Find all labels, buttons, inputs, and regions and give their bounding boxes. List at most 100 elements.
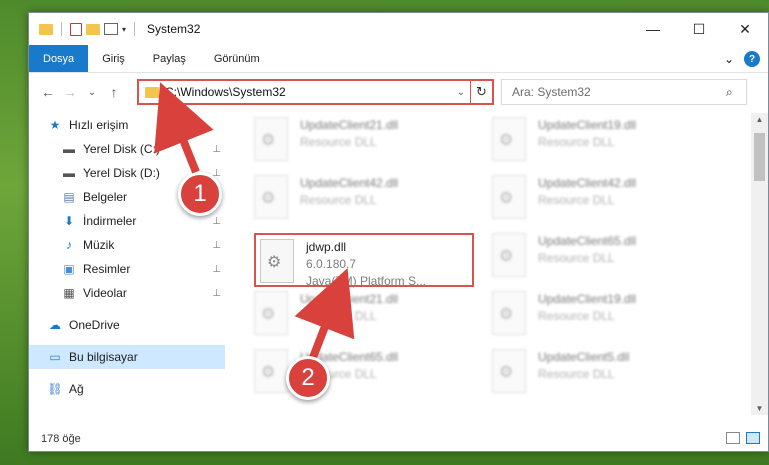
vertical-scrollbar[interactable]: ▲ ▼ (751, 113, 768, 415)
file-item[interactable]: UpdateClient42.dll Resource DLL (492, 175, 712, 229)
file-detail: 6.0.180.7 (306, 257, 357, 271)
properties-check-icon[interactable] (70, 22, 82, 36)
sidebar-item-label: Resimler (83, 262, 131, 276)
ribbon-tabs: Dosya Giriş Paylaş Görünüm ⌄ ? (29, 45, 768, 73)
quick-access-toolbar: ▾ (39, 22, 139, 36)
sidebar-item-label: İndirmeler (83, 214, 137, 228)
dll-file-icon (492, 233, 526, 277)
toolbar-divider (134, 22, 136, 36)
item-count: 178 öğe (41, 433, 81, 445)
window-title: System32 (147, 22, 201, 36)
forward-button[interactable]: → (59, 84, 81, 100)
sidebar-item[interactable]: ▭ Bu bilgisayar (29, 345, 225, 369)
scroll-up-icon[interactable]: ▲ (751, 115, 768, 124)
drive-icon: ▬ (63, 166, 75, 180)
toolbar-dropdown-icon[interactable]: ▾ (122, 25, 126, 34)
sidebar-item[interactable]: ⛓ Ağ (29, 377, 225, 401)
sidebar-item-label: Videolar (83, 286, 127, 300)
dll-file-icon (254, 291, 288, 335)
file-name: UpdateClient19.dll (538, 292, 637, 306)
file-name: UpdateClient19.dll (538, 118, 637, 132)
dll-file-icon (254, 117, 288, 161)
step-1-badge: 1 (178, 172, 222, 216)
address-dropdown-icon[interactable]: ⌄ (452, 87, 470, 98)
file-explorer-window: ▾ System32 — ☐ ✕ Dosya Giriş Paylaş Görü… (28, 12, 769, 452)
tab-gorunum[interactable]: Görünüm (200, 45, 274, 72)
dll-file-icon (254, 349, 288, 393)
tab-giris[interactable]: Giriş (88, 45, 139, 72)
address-bar[interactable]: C:\Windows\System32 ⌄ ↻ (137, 79, 494, 105)
search-icon[interactable]: ⌕ (726, 85, 746, 100)
back-button[interactable]: ← (37, 84, 59, 100)
video-icon: ▦ (63, 286, 75, 300)
help-icon[interactable]: ? (744, 51, 760, 67)
pictures-icon: ▣ (63, 262, 75, 276)
file-detail: Resource DLL (300, 309, 377, 323)
file-detail: Resource DLL (538, 367, 615, 381)
refresh-button[interactable]: ↻ (470, 81, 492, 103)
scrollbar-thumb[interactable] (754, 133, 765, 181)
close-button[interactable]: ✕ (722, 13, 768, 45)
file-item[interactable]: UpdateClient65.dll Resource DLL (492, 233, 712, 287)
file-item[interactable]: UpdateClient5.dll Resource DLL (492, 349, 712, 403)
toolbar-divider (61, 22, 62, 36)
new-folder-icon[interactable] (86, 23, 100, 35)
file-item[interactable]: jdwp.dll 6.0.180.7 Java(TM) Platform S... (254, 233, 474, 288)
details-view-icon[interactable] (726, 432, 740, 444)
sidebar-item[interactable]: ♪ Müzik ⊥ (29, 233, 225, 257)
file-item[interactable]: UpdateClient21.dll Resource DLL (254, 291, 474, 345)
file-item[interactable]: UpdateClient19.dll Resource DLL (492, 291, 712, 345)
maximize-button[interactable]: ☐ (676, 13, 722, 45)
tab-dosya[interactable]: Dosya (29, 45, 89, 72)
sidebar-item[interactable]: ▬ Yerel Disk (C:) ⊥ (29, 137, 225, 161)
sidebar-item-label: Ağ (69, 382, 84, 396)
file-item[interactable]: UpdateClient21.dll Resource DLL (254, 117, 474, 171)
dll-file-icon (492, 117, 526, 161)
pin-icon[interactable]: ⊥ (212, 216, 221, 227)
file-name: UpdateClient21.dll (300, 118, 399, 132)
up-button[interactable]: ↑ (103, 84, 125, 100)
recent-locations-dropdown[interactable]: ⌄ (81, 87, 103, 98)
tab-paylas[interactable]: Paylaş (139, 45, 200, 72)
pin-icon[interactable]: ⊥ (212, 264, 221, 275)
sidebar-item[interactable]: ▣ Resimler ⊥ (29, 257, 225, 281)
tiles-view-icon[interactable] (746, 432, 760, 444)
folder-icon (39, 23, 53, 35)
sidebar-item-label: Müzik (83, 238, 115, 252)
sidebar-item-label: Belgeler (83, 190, 128, 204)
music-icon: ♪ (66, 238, 72, 252)
search-box[interactable]: Ara: System32 ⌕ (501, 79, 747, 105)
sidebar-item[interactable]: ▦ Videolar ⊥ (29, 281, 225, 305)
address-path[interactable]: C:\Windows\System32 (165, 85, 452, 99)
file-item[interactable]: UpdateClient19.dll Resource DLL (492, 117, 712, 171)
file-item[interactable]: UpdateClient42.dll Resource DLL (254, 175, 474, 229)
scroll-down-icon[interactable]: ▼ (751, 404, 768, 413)
title-bar: ▾ System32 — ☐ ✕ (29, 13, 768, 45)
ribbon-collapse-icon[interactable]: ⌄ (724, 52, 734, 66)
documents-icon: ▤ (63, 190, 75, 204)
search-input[interactable]: Ara: System32 (512, 85, 726, 99)
dll-file-icon (492, 349, 526, 393)
star-icon: ★ (49, 118, 61, 132)
sidebar-item-label: Hızlı erişim (69, 118, 129, 132)
customize-toolbar-icon[interactable] (104, 23, 118, 35)
file-name: UpdateClient5.dll (538, 350, 630, 364)
navigation-pane: ★ Hızlı erişim ▬ Yerel Disk (C:) ⊥ ▬ Yerel Dis… (29, 113, 225, 405)
sidebar-item-label: Yerel Disk (D:) (83, 166, 160, 180)
sidebar-item[interactable]: ★ Hızlı erişim (29, 113, 225, 137)
dll-file-icon (492, 175, 526, 219)
file-detail: Resource DLL (538, 251, 615, 265)
pin-icon[interactable]: ⊥ (212, 288, 221, 299)
pin-icon[interactable]: ⊥ (212, 144, 221, 155)
dll-file-icon (254, 175, 288, 219)
sidebar-item[interactable]: ☁ OneDrive (29, 313, 225, 337)
dll-file-icon (492, 291, 526, 335)
file-name: UpdateClient65.dll (538, 234, 637, 248)
sidebar-item-label: Bu bilgisayar (69, 350, 138, 364)
minimize-button[interactable]: — (630, 13, 676, 45)
onedrive-icon: ☁ (49, 318, 61, 332)
pin-icon[interactable]: ⊥ (212, 240, 221, 251)
file-detail: Resource DLL (538, 193, 615, 207)
computer-icon: ▭ (49, 350, 61, 364)
file-detail: Resource DLL (538, 309, 615, 323)
